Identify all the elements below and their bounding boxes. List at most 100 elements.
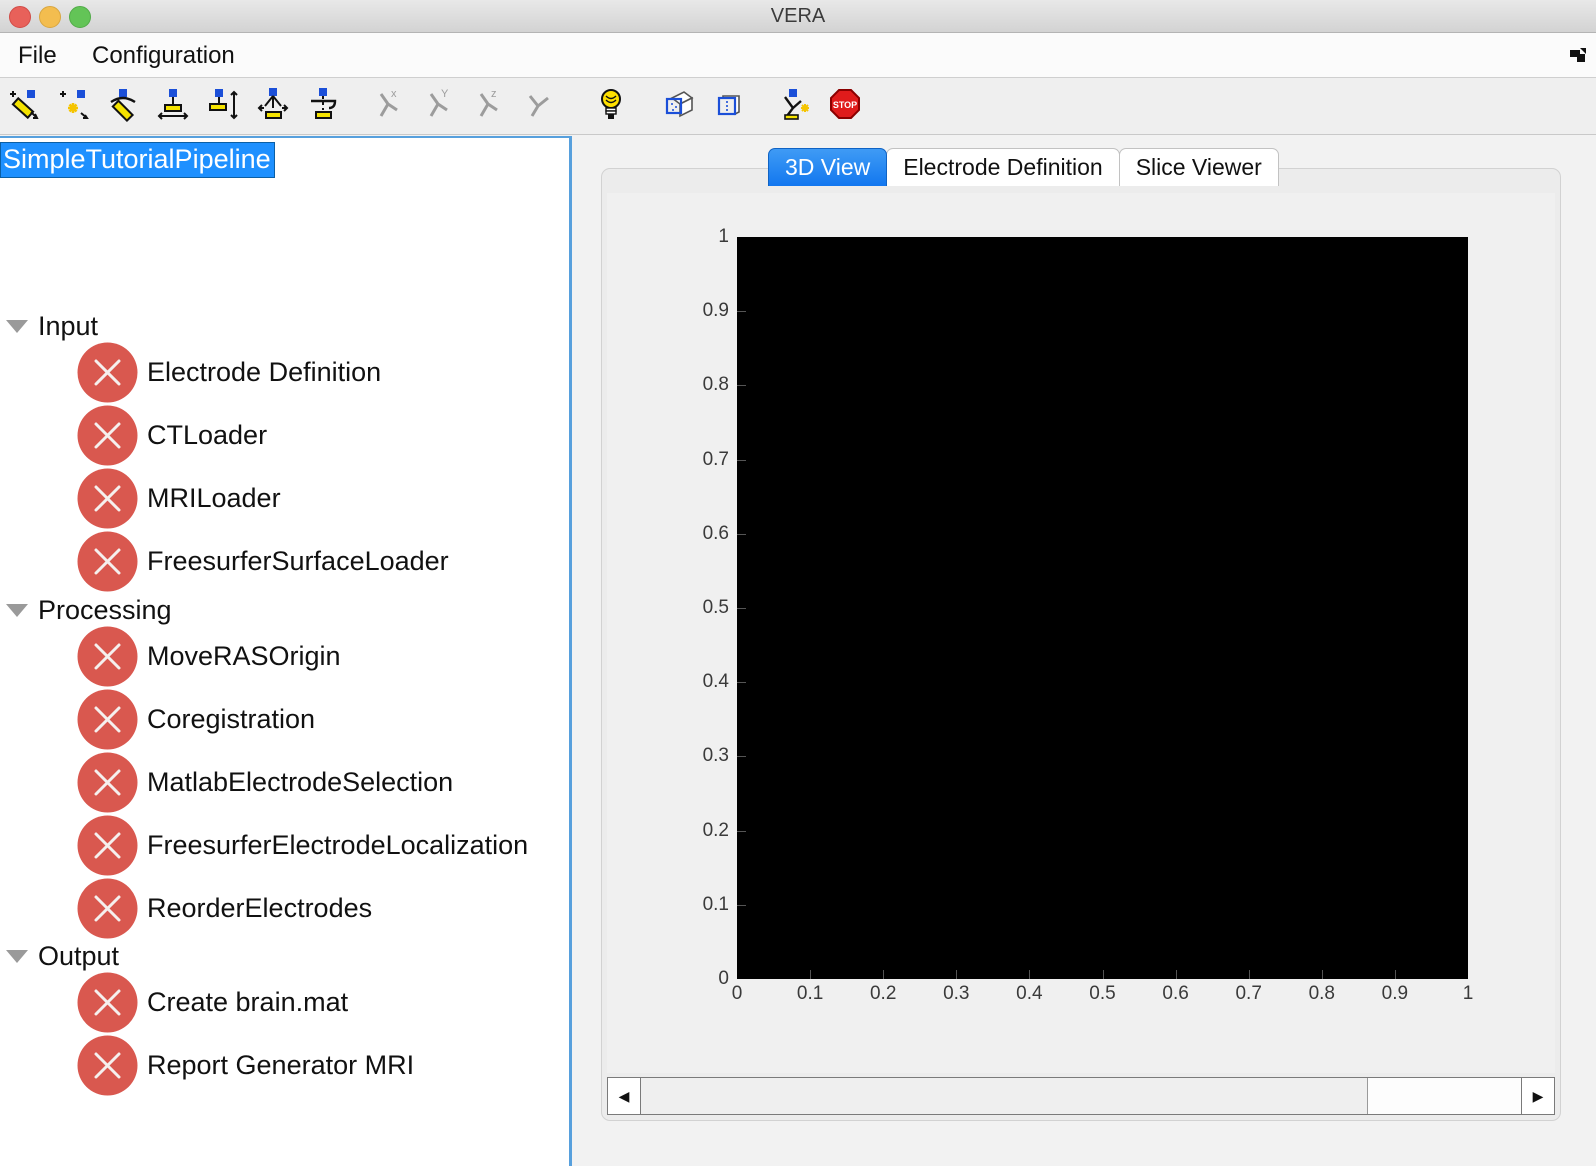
scrollbar-track[interactable] [641,1077,1521,1115]
pipeline-tree-panel[interactable]: SimpleTutorialPipeline Input Electrode D… [0,136,572,1166]
cube-3d-icon [661,86,697,127]
x-tick-label: 0.9 [1381,983,1409,1004]
tree-root-label: SimpleTutorialPipeline [3,144,271,174]
y-tickmark [737,459,746,461]
y-tickmark [737,385,746,387]
x-tick-label: 0.1 [796,983,824,1004]
x-tickmark [956,970,958,979]
tab-label: Slice Viewer [1135,154,1262,180]
align-vertical-icon [205,86,241,127]
viewer-panel: 3D View Electrode Definition Slice Viewe… [575,136,1596,1166]
y-tick-label: 0.9 [702,300,729,322]
tree-node-mriloader[interactable]: MRILoader [76,467,281,529]
error-circle-icon [76,1034,139,1097]
y-tickmark [737,608,746,609]
toolbar-button-new-from-template[interactable] [50,84,96,128]
toolbar-button-new-pipeline[interactable] [0,84,46,128]
scroll-left-arrow-icon[interactable]: ◀ [607,1077,641,1115]
toolbar-button-axis-x[interactable]: x [366,84,412,128]
y-tick-label: 1 [718,226,729,247]
x-tickmark [1321,970,1323,979]
run-branch-icon [777,86,813,127]
chevron-down-icon[interactable] [6,949,28,963]
toolbar-button-lighting[interactable] [588,84,634,128]
chevron-down-icon[interactable] [6,603,28,617]
toolbar-button-show-3d-box[interactable] [656,84,702,128]
error-circle-icon [76,404,139,467]
tree-node-report-generator-mri[interactable]: Report Generator MRI [76,1034,414,1096]
menu-configuration[interactable]: Configuration [82,33,245,78]
tab-slice-viewer[interactable]: Slice Viewer [1118,148,1279,186]
distribute-nodes-icon [255,86,291,127]
toolbar-button-distribute-nodes[interactable] [250,84,296,128]
x-tick-label: 0.6 [1162,983,1189,1004]
error-circle-icon [76,467,139,530]
tree-node-reorderelectrodes[interactable]: ReorderElectrodes [76,877,372,939]
x-tick-label: 0 [731,983,743,1004]
toolbar-button-axis-z[interactable]: z [466,84,512,128]
plot-render-surface[interactable] [737,237,1468,979]
tree-root-item[interactable]: SimpleTutorialPipeline [0,142,275,178]
tree-node-label: FreesurferElectrodeLocalization [147,830,529,860]
y-tickmark [737,904,746,906]
x-tick-label: 0.3 [943,983,970,1004]
tree-group-label-output: Output [38,941,120,971]
x-tick-label: 0.5 [1089,983,1116,1004]
svg-text:Y: Y [441,88,449,100]
svg-text:z: z [491,88,497,100]
y-tick-label: 0.5 [702,597,729,618]
toolbar-button-run-pipeline[interactable] [772,84,818,128]
tab-label: Electrode Definition [903,154,1103,180]
menu-file[interactable]: File [8,33,67,78]
scrollbar-thumb[interactable] [641,1078,1368,1114]
axis-x-icon: x [371,86,407,127]
toolbar-button-axis-y[interactable]: Y [416,84,462,128]
tree-node-create-brain-mat[interactable]: Create brain.mat [76,971,348,1033]
tab-electrode-definition[interactable]: Electrode Definition [886,148,1120,186]
error-circle-icon [76,751,139,814]
tree-node-label: CTLoader [147,420,268,450]
plot-axes-area[interactable]: 1 0.9 0.8 0.7 0.6 0.5 0.4 0.3 0.2 0.1 0 [607,193,1555,1073]
y-tickmark [737,756,746,758]
x-tick-label: 0.4 [1016,983,1043,1004]
tree-node-freesurferelectrodelocalization[interactable]: FreesurferElectrodeLocalization [76,814,528,876]
y-tick-label: 0.8 [702,374,729,396]
x-tick-label: 1 [1462,983,1474,1004]
toolbar-button-axis-free[interactable] [516,84,562,128]
y-tick-label: 0 [718,968,729,989]
toolbar-button-group-nodes[interactable] [300,84,346,128]
menubar: File Configuration [0,33,1596,78]
axis-z-icon: z [471,86,507,127]
tree-node-electrode-definition[interactable]: Electrode Definition [76,341,381,403]
error-circle-icon [76,877,139,940]
tree-group-label-processing: Processing [38,595,172,625]
horizontal-scrollbar[interactable]: ◀ ▶ [607,1077,1555,1115]
toolbar-button-stop-pipeline[interactable]: STOP [822,84,868,128]
toolbar-button-show-2d-box[interactable] [706,84,752,128]
scroll-right-arrow-icon[interactable]: ▶ [1521,1077,1555,1115]
axis-free-icon [521,86,557,127]
undock-arrow-icon[interactable] [1566,44,1588,66]
toolbar-button-edit-component[interactable] [100,84,146,128]
tree-node-freesurfersurfaceloader[interactable]: FreesurferSurfaceLoader [76,530,449,592]
x-tick-label: 0.7 [1235,983,1262,1004]
tree-node-label: MRILoader [147,483,281,513]
tree-node-coregistration[interactable]: Coregistration [76,688,315,750]
y-tickmark [737,830,746,832]
align-horizontal-icon [155,86,191,127]
toolbar-button-align-horizontal[interactable] [150,84,196,128]
tree-node-ctloader[interactable]: CTLoader [76,404,267,466]
toolbar-button-align-vertical[interactable] [200,84,246,128]
chevron-down-icon[interactable] [6,319,28,333]
axis-y-icon: Y [421,86,457,127]
error-circle-icon [76,530,139,593]
tree-node-label: FreesurferSurfaceLoader [147,546,449,576]
error-circle-icon [76,341,139,404]
tree-node-moverasorigin[interactable]: MoveRASOrigin [76,625,341,687]
tab-label: 3D View [785,154,871,180]
tab-3d-view[interactable]: 3D View [768,148,888,186]
pencil-new-icon [5,86,41,127]
window-title: VERA [770,5,826,27]
lightbulb-icon [593,86,629,127]
tree-node-matlabelectrodeselection[interactable]: MatlabElectrodeSelection [76,751,453,813]
